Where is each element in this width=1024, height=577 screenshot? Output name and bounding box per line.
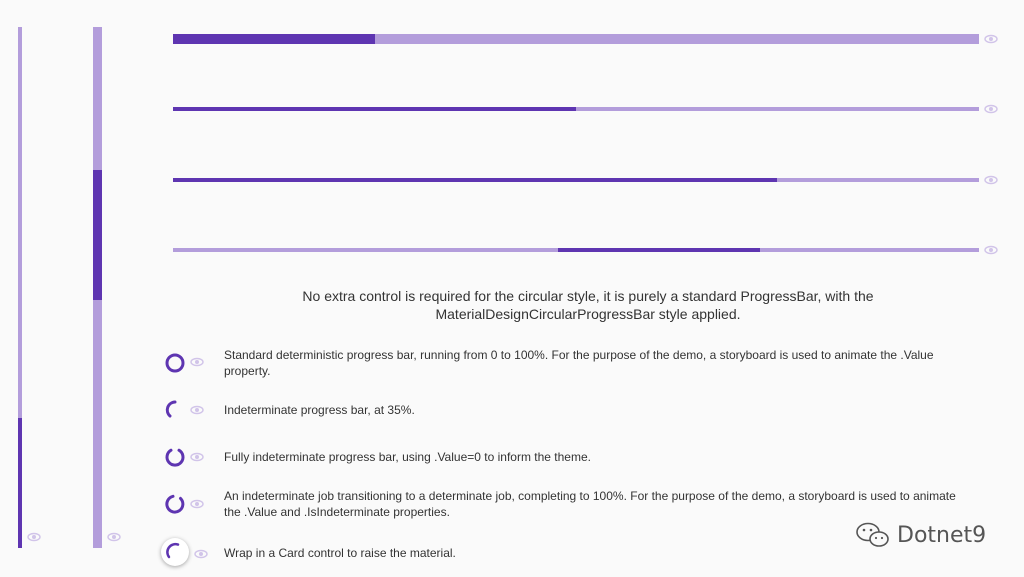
caption-line-1: No extra control is required for the cir… bbox=[302, 288, 874, 304]
progress-bar-75 bbox=[173, 178, 979, 182]
progress-fill-50 bbox=[173, 107, 576, 111]
vertical-progress-fill-1 bbox=[18, 418, 22, 548]
circular-progress-transition-icon bbox=[165, 494, 185, 514]
wechat-icon bbox=[856, 522, 889, 547]
vertical-progress-fill-2 bbox=[93, 170, 102, 300]
watermark: Dotnet9 bbox=[855, 521, 986, 549]
row-description-1: Standard deterministic progress bar, run… bbox=[224, 347, 934, 379]
visibility-icon[interactable] bbox=[984, 245, 998, 255]
visibility-icon[interactable] bbox=[190, 405, 204, 415]
row-2-line-1: Indeterminate progress bar, at 35%. bbox=[224, 403, 415, 417]
visibility-icon[interactable] bbox=[27, 532, 41, 542]
row-description-5: Wrap in a Card control to raise the mate… bbox=[224, 545, 456, 561]
visibility-icon[interactable] bbox=[984, 34, 998, 44]
row-5-line-1: Wrap in a Card control to raise the mate… bbox=[224, 546, 456, 560]
vertical-progress-bar-1 bbox=[18, 27, 22, 548]
row-description-2: Indeterminate progress bar, at 35%. bbox=[224, 402, 415, 418]
circular-progress-full-icon bbox=[165, 353, 185, 373]
card-circular-progress bbox=[161, 538, 189, 566]
thick-progress-bar bbox=[173, 34, 979, 44]
row-1-line-2: property. bbox=[224, 364, 271, 378]
visibility-icon[interactable] bbox=[190, 452, 204, 462]
visibility-icon[interactable] bbox=[984, 104, 998, 114]
circular-progress-35-icon bbox=[165, 400, 177, 418]
visibility-icon[interactable] bbox=[194, 549, 208, 559]
progress-bar-50 bbox=[173, 107, 979, 111]
circular-progress-indeterminate-icon bbox=[165, 448, 185, 467]
watermark-text: Dotnet9 bbox=[897, 522, 987, 548]
caption-line-2: MaterialDesignCircularProgressBar style … bbox=[435, 306, 741, 322]
indeterminate-progress-fill bbox=[558, 248, 760, 252]
visibility-icon[interactable] bbox=[984, 175, 998, 185]
row-description-4: An indeterminate job transitioning to a … bbox=[224, 488, 956, 520]
row-3-line-1: Fully indeterminate progress bar, using … bbox=[224, 450, 591, 464]
circular-style-caption: No extra control is required for the cir… bbox=[250, 287, 926, 323]
row-4-line-2: the .Value and .IsIndeterminate properti… bbox=[224, 505, 450, 519]
indeterminate-progress-bar bbox=[173, 248, 979, 252]
visibility-icon[interactable] bbox=[190, 357, 204, 367]
row-1-line-1: Standard deterministic progress bar, run… bbox=[224, 348, 934, 362]
visibility-icon[interactable] bbox=[107, 532, 121, 542]
vertical-progress-bar-2 bbox=[93, 27, 102, 548]
visibility-icon[interactable] bbox=[190, 499, 204, 509]
card-circular-progress-icon bbox=[166, 542, 180, 559]
thick-progress-fill bbox=[173, 34, 375, 44]
progress-fill-75 bbox=[173, 178, 777, 182]
row-description-3: Fully indeterminate progress bar, using … bbox=[224, 449, 591, 465]
row-4-line-1: An indeterminate job transitioning to a … bbox=[224, 489, 956, 503]
